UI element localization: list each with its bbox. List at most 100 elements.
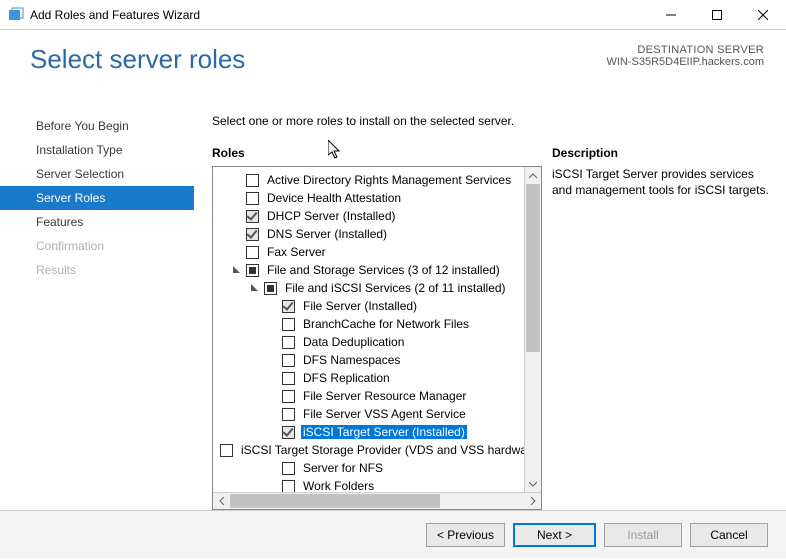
vertical-scrollbar[interactable] [524, 167, 541, 492]
cancel-button[interactable]: Cancel [690, 523, 768, 547]
role-label[interactable]: Server for NFS [301, 461, 385, 475]
role-checkbox[interactable] [246, 192, 259, 205]
role-item[interactable]: File Server VSS Agent Service [217, 405, 524, 423]
role-item[interactable]: iSCSI Target Storage Provider (VDS and V… [217, 441, 524, 459]
role-label[interactable]: File Server (Installed) [301, 299, 419, 313]
role-checkbox[interactable] [282, 462, 295, 475]
previous-button[interactable]: < Previous [426, 523, 505, 547]
role-checkbox[interactable] [282, 354, 295, 367]
expander-icon [231, 246, 243, 258]
sidebar-step[interactable]: Server Selection [0, 162, 194, 186]
role-label[interactable]: File and iSCSI Services (2 of 11 install… [283, 281, 508, 295]
role-item[interactable]: iSCSI Target Server (Installed) [217, 423, 524, 441]
footer: < Previous Next > Install Cancel [0, 510, 786, 558]
role-item[interactable]: DFS Replication [217, 369, 524, 387]
role-item[interactable]: DHCP Server (Installed) [217, 207, 524, 225]
role-item[interactable]: File and iSCSI Services (2 of 11 install… [217, 279, 524, 297]
window-controls [648, 0, 786, 29]
roles-scroll-area: Active Directory Rights Management Servi… [213, 167, 541, 492]
role-checkbox[interactable] [246, 264, 259, 277]
role-checkbox[interactable] [282, 372, 295, 385]
role-item[interactable]: DNS Server (Installed) [217, 225, 524, 243]
role-checkbox[interactable] [282, 426, 295, 439]
role-checkbox[interactable] [246, 228, 259, 241]
sidebar-step: Results [0, 258, 194, 282]
description-column: Description iSCSI Target Server provides… [552, 146, 774, 510]
role-label[interactable]: Device Health Attestation [265, 191, 403, 205]
role-checkbox[interactable] [246, 174, 259, 187]
role-checkbox[interactable] [282, 318, 295, 331]
roles-tree[interactable]: Active Directory Rights Management Servi… [213, 167, 524, 492]
expander-icon [267, 462, 279, 474]
role-label[interactable]: Active Directory Rights Management Servi… [265, 173, 513, 187]
role-item[interactable]: Work Folders [217, 477, 524, 492]
maximize-button[interactable] [694, 0, 740, 29]
role-label[interactable]: DNS Server (Installed) [265, 227, 389, 241]
role-checkbox[interactable] [282, 390, 295, 403]
expander-icon [267, 354, 279, 366]
role-checkbox[interactable] [246, 246, 259, 259]
sidebar-step[interactable]: Server Roles [0, 186, 194, 210]
role-label[interactable]: Work Folders [301, 479, 376, 492]
scroll-left-button[interactable] [213, 493, 230, 509]
role-checkbox[interactable] [282, 480, 295, 493]
hscroll-thumb[interactable] [230, 494, 440, 508]
window-title: Add Roles and Features Wizard [30, 8, 648, 22]
role-item[interactable]: Server for NFS [217, 459, 524, 477]
close-button[interactable] [740, 0, 786, 29]
hscroll-track[interactable] [230, 493, 524, 509]
role-label[interactable]: File Server VSS Agent Service [301, 407, 468, 421]
expander-icon [267, 390, 279, 402]
role-item[interactable]: File Server Resource Manager [217, 387, 524, 405]
scroll-right-button[interactable] [524, 493, 541, 509]
role-item[interactable]: Fax Server [217, 243, 524, 261]
role-checkbox[interactable] [264, 282, 277, 295]
role-label[interactable]: Data Deduplication [301, 335, 406, 349]
role-checkbox[interactable] [282, 300, 295, 313]
role-checkbox[interactable] [246, 210, 259, 223]
destination-value: WIN-S35R5D4EIIP.hackers.com [606, 56, 764, 68]
role-label[interactable]: DHCP Server (Installed) [265, 209, 397, 223]
sidebar-step[interactable]: Features [0, 210, 194, 234]
role-label[interactable]: iSCSI Target Server (Installed) [301, 425, 467, 439]
role-item[interactable]: DFS Namespaces [217, 351, 524, 369]
expander-icon [267, 372, 279, 384]
role-label[interactable]: File and Storage Services (3 of 12 insta… [265, 263, 502, 277]
sidebar-step[interactable]: Installation Type [0, 138, 194, 162]
sidebar-step: Confirmation [0, 234, 194, 258]
sidebar: Before You BeginInstallation TypeServer … [0, 106, 194, 510]
role-item[interactable]: Active Directory Rights Management Servi… [217, 171, 524, 189]
role-checkbox[interactable] [282, 336, 295, 349]
next-button[interactable]: Next > [513, 523, 596, 547]
role-label[interactable]: File Server Resource Manager [301, 389, 468, 403]
roles-heading: Roles [212, 146, 542, 160]
expander-icon [267, 318, 279, 330]
scroll-up-button[interactable] [525, 167, 541, 184]
main-panel: Select one or more roles to install on t… [194, 106, 786, 510]
role-label[interactable]: iSCSI Target Storage Provider (VDS and V… [239, 443, 524, 457]
expander-icon[interactable] [231, 264, 243, 276]
role-item[interactable]: BranchCache for Network Files [217, 315, 524, 333]
role-item[interactable]: File Server (Installed) [217, 297, 524, 315]
minimize-button[interactable] [648, 0, 694, 29]
role-item[interactable]: Device Health Attestation [217, 189, 524, 207]
role-label[interactable]: DFS Replication [301, 371, 392, 385]
role-item[interactable]: File and Storage Services (3 of 12 insta… [217, 261, 524, 279]
sidebar-step[interactable]: Before You Begin [0, 114, 194, 138]
role-label[interactable]: BranchCache for Network Files [301, 317, 471, 331]
app-icon [8, 7, 24, 23]
role-checkbox[interactable] [282, 408, 295, 421]
scroll-track[interactable] [525, 184, 541, 475]
role-label[interactable]: DFS Namespaces [301, 353, 402, 367]
horizontal-scrollbar[interactable] [213, 492, 541, 509]
role-checkbox[interactable] [220, 444, 233, 457]
expander-icon[interactable] [249, 282, 261, 294]
titlebar: Add Roles and Features Wizard [0, 0, 786, 30]
scroll-thumb[interactable] [526, 184, 540, 352]
description-text: iSCSI Target Server provides services an… [552, 166, 774, 198]
scroll-down-button[interactable] [525, 475, 541, 492]
expander-icon [267, 408, 279, 420]
role-item[interactable]: Data Deduplication [217, 333, 524, 351]
role-label[interactable]: Fax Server [265, 245, 328, 259]
expander-icon [231, 192, 243, 204]
